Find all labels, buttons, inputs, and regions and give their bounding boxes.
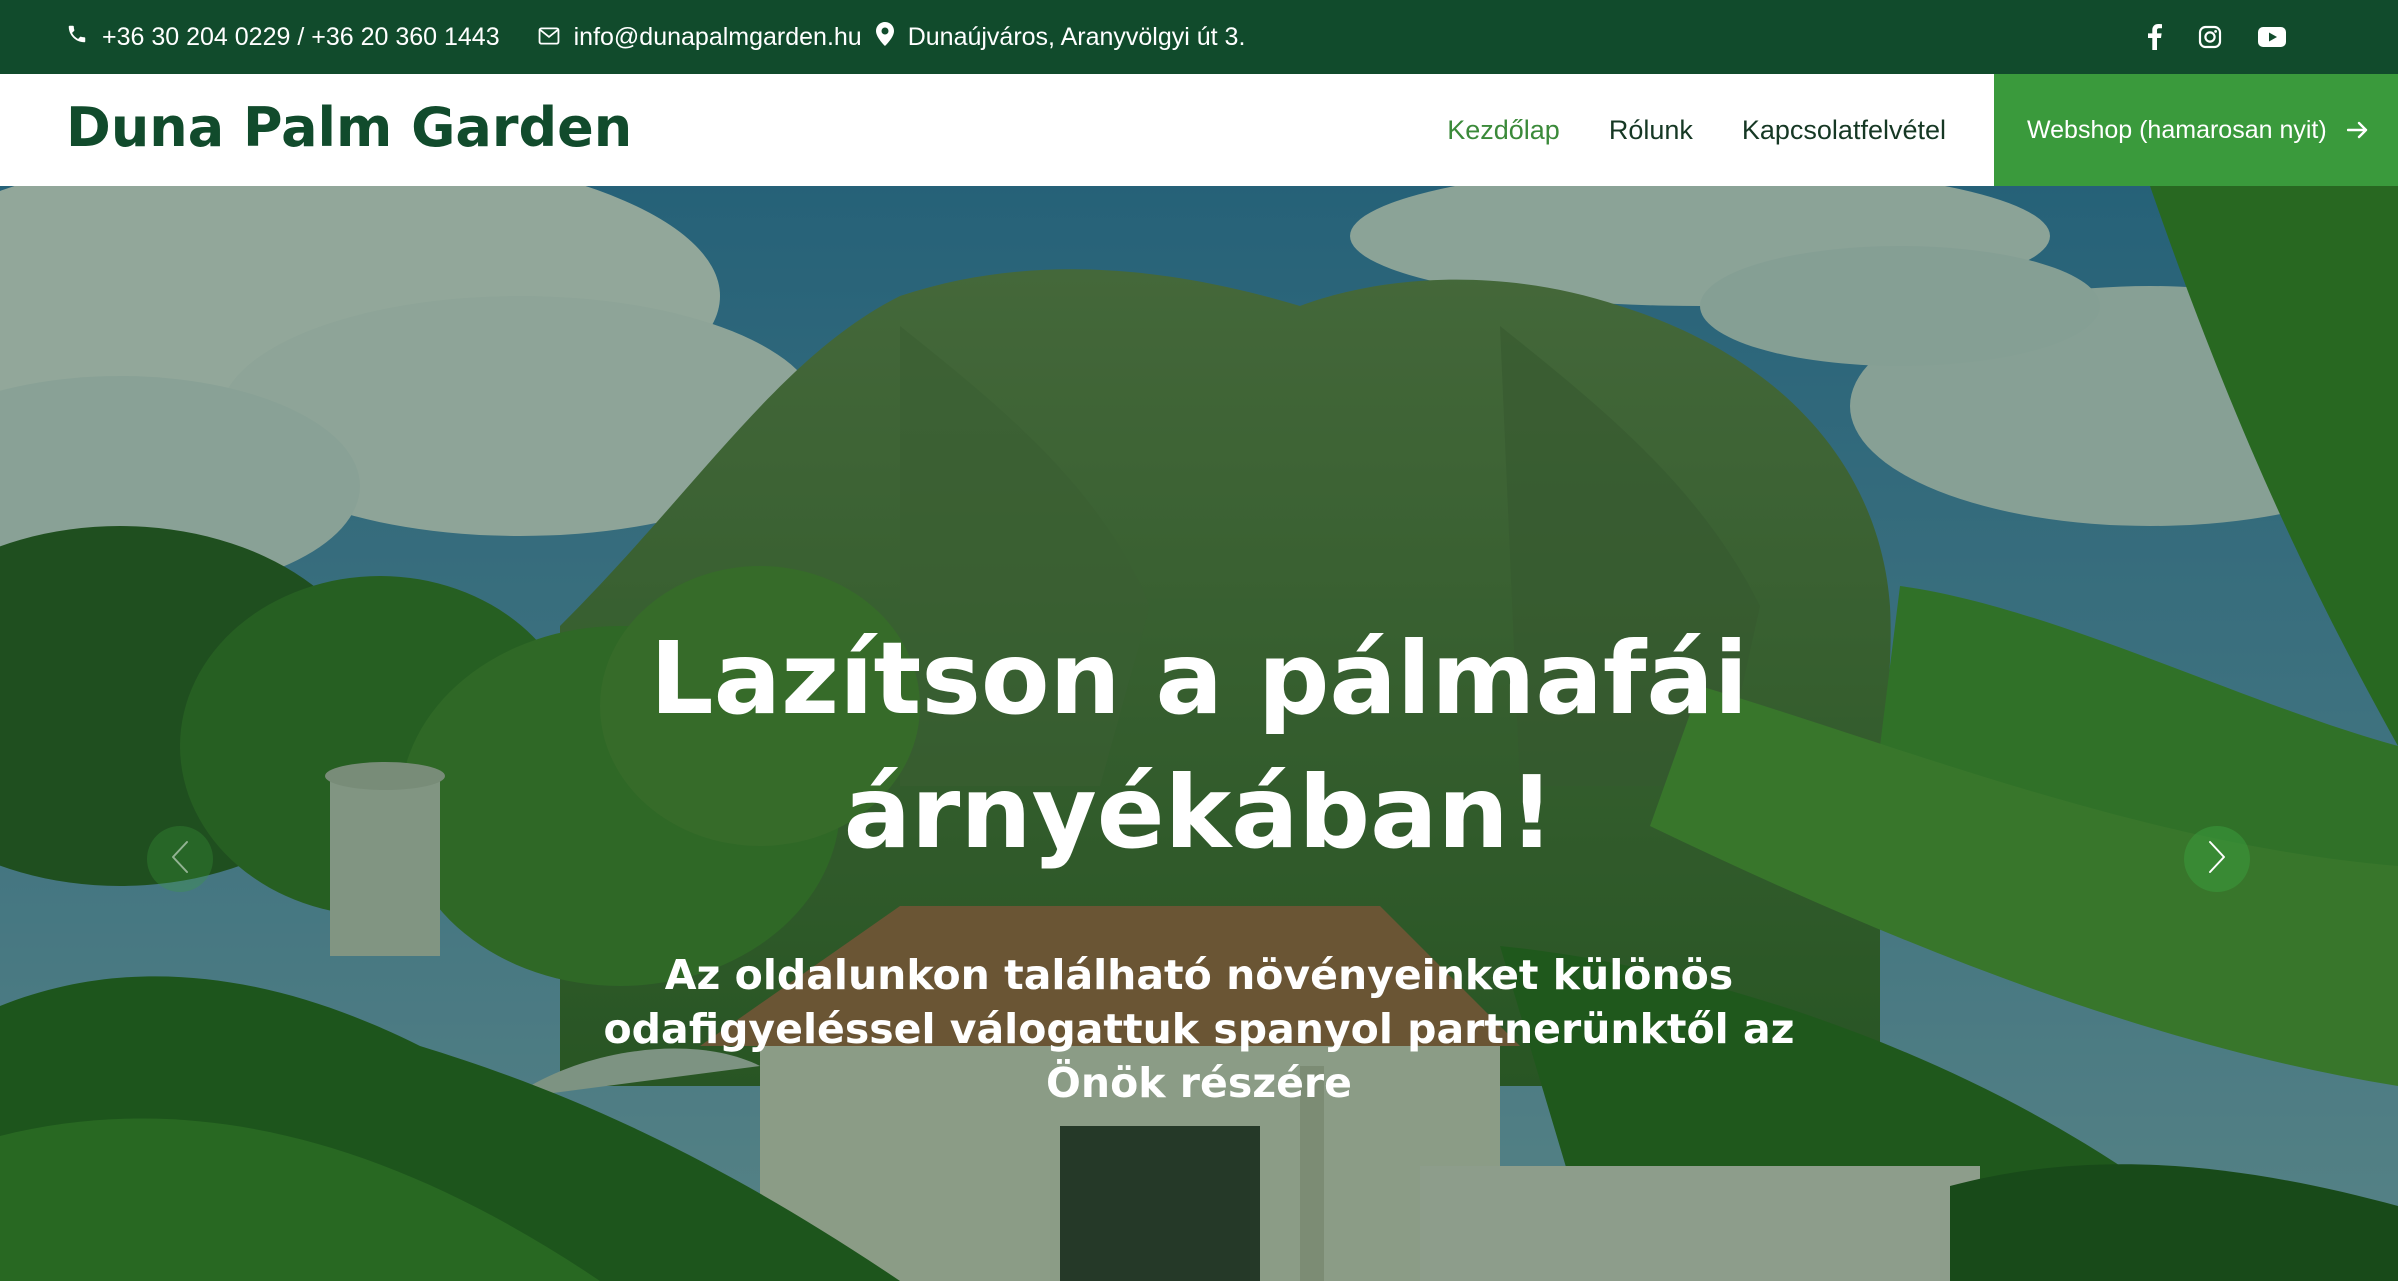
chevron-left-icon [170, 840, 190, 878]
social-links [2112, 24, 2286, 50]
phone-info[interactable]: +36 30 204 0229 / +36 20 360 1443 [66, 23, 500, 52]
email-info[interactable]: info@dunapalmgarden.hu [538, 23, 862, 52]
instagram-icon[interactable] [2198, 25, 2222, 49]
slider-next-button[interactable] [2184, 826, 2250, 892]
main-nav: Kezdőlap Rólunk Kapcsolatfelvétel [1398, 74, 1946, 186]
hero-title: Lazítson a pálmafái árnyékában! [0, 612, 2398, 880]
facebook-icon[interactable] [2148, 24, 2162, 50]
phone-icon [66, 23, 102, 52]
address-text: Dunaújváros, Aranyvölgyi út 3. [907, 22, 1246, 51]
arrow-right-icon [2346, 120, 2369, 140]
nav-contact[interactable]: Kapcsolatfelvétel [1742, 115, 1946, 146]
address-info[interactable]: Dunaújváros, Aranyvölgyi út 3. [875, 21, 1246, 53]
contact-info: +36 30 204 0229 / +36 20 360 1443 info@d… [66, 21, 1246, 53]
email-text: info@dunapalmgarden.hu [573, 22, 862, 51]
top-info-bar: +36 30 204 0229 / +36 20 360 1443 info@d… [0, 0, 2398, 74]
phone-text: +36 30 204 0229 / +36 20 360 1443 [102, 22, 500, 51]
hero-title-line-2: árnyékában! [843, 754, 1555, 871]
hero-subtitle: Az oldalunkon található növényeinket kül… [603, 951, 1795, 1107]
hero-title-line-1: Lazítson a pálmafái [649, 620, 1749, 737]
hero-slider: Lazítson a pálmafái árnyékában! Az oldal… [0, 186, 2398, 1281]
map-pin-icon [875, 21, 908, 53]
site-logo[interactable]: Duna Palm Garden [66, 96, 632, 159]
youtube-icon[interactable] [2258, 27, 2286, 47]
nav-home[interactable]: Kezdőlap [1447, 115, 1560, 146]
webshop-button[interactable]: Webshop (hamarosan nyit) [1994, 74, 2398, 186]
nav-about[interactable]: Rólunk [1609, 115, 1693, 146]
chevron-right-icon [2207, 840, 2227, 878]
slider-prev-button[interactable] [147, 826, 213, 892]
site-header: Duna Palm Garden Kezdőlap Rólunk Kapcsol… [0, 74, 2398, 186]
webshop-label: Webshop (hamarosan nyit) [2027, 115, 2327, 144]
envelope-icon [538, 23, 574, 52]
